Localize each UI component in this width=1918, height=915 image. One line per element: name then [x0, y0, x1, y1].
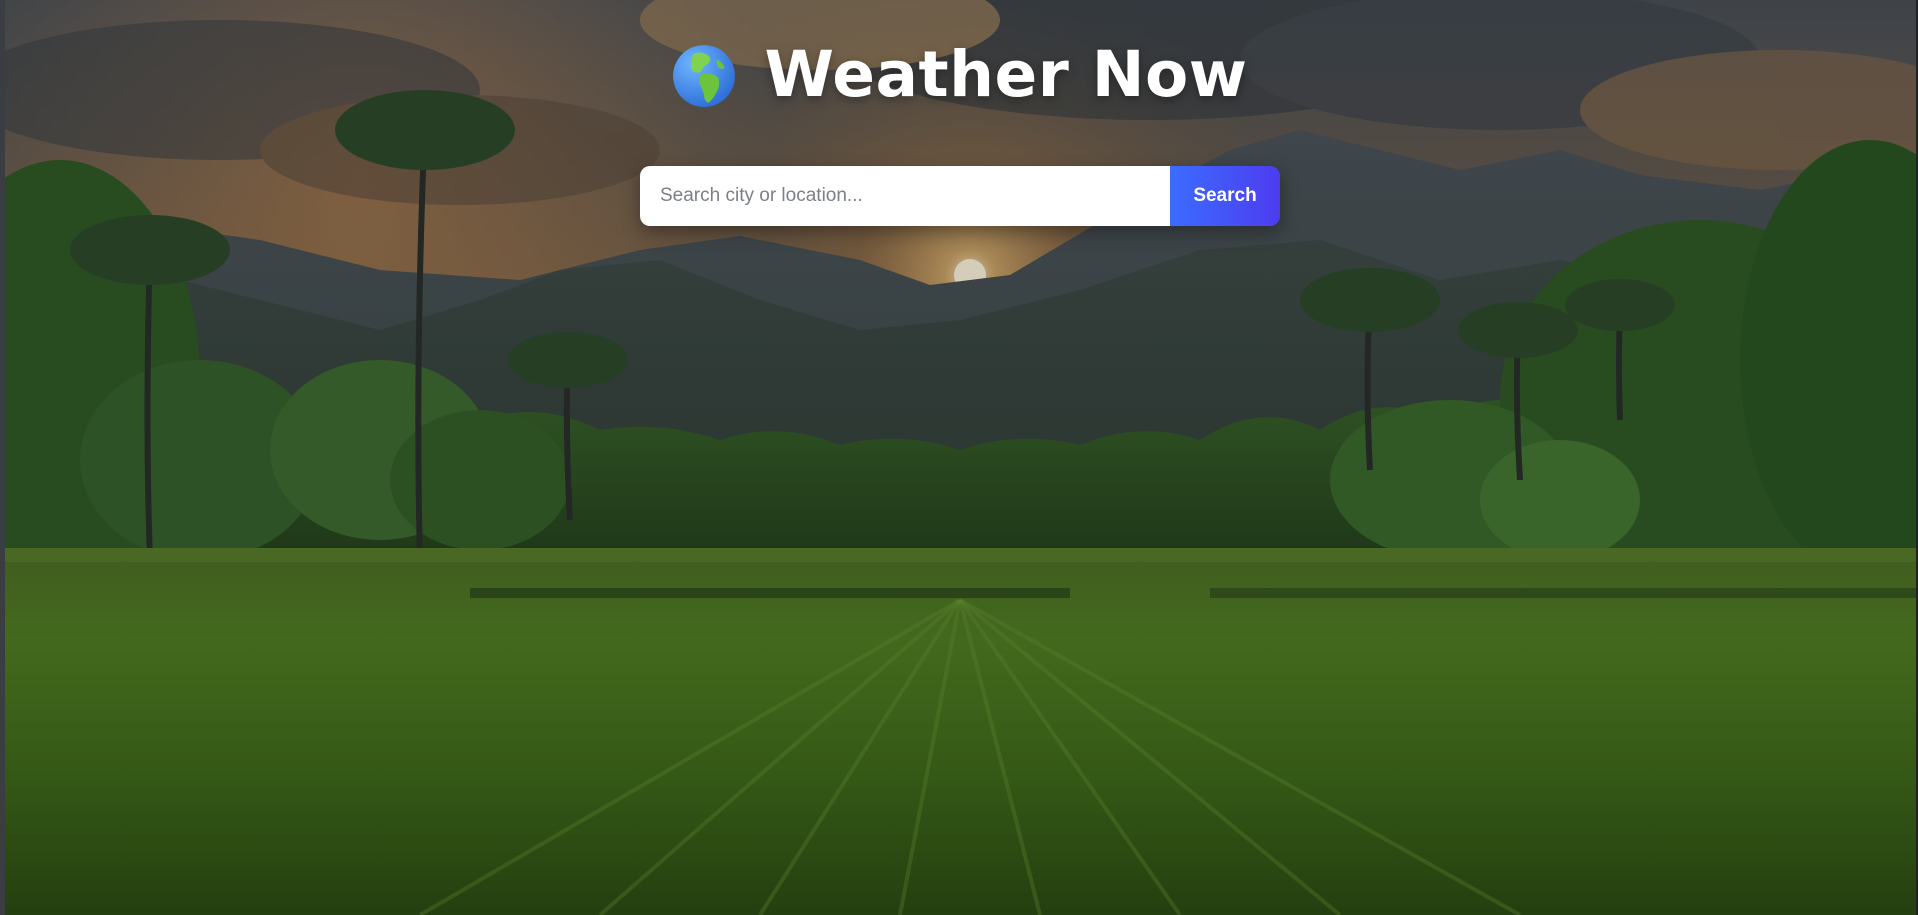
app-header: Weather Now [0, 34, 1918, 114]
page-title: Weather Now [764, 37, 1248, 111]
app-window: Weather Now Search [0, 0, 1918, 915]
search-bar: Search [640, 166, 1280, 226]
background-landscape [0, 0, 1918, 915]
globe-europe-africa-icon [672, 45, 735, 107]
search-input[interactable] [640, 166, 1170, 226]
search-button[interactable]: Search [1170, 166, 1280, 226]
window-left-border [0, 0, 5, 915]
